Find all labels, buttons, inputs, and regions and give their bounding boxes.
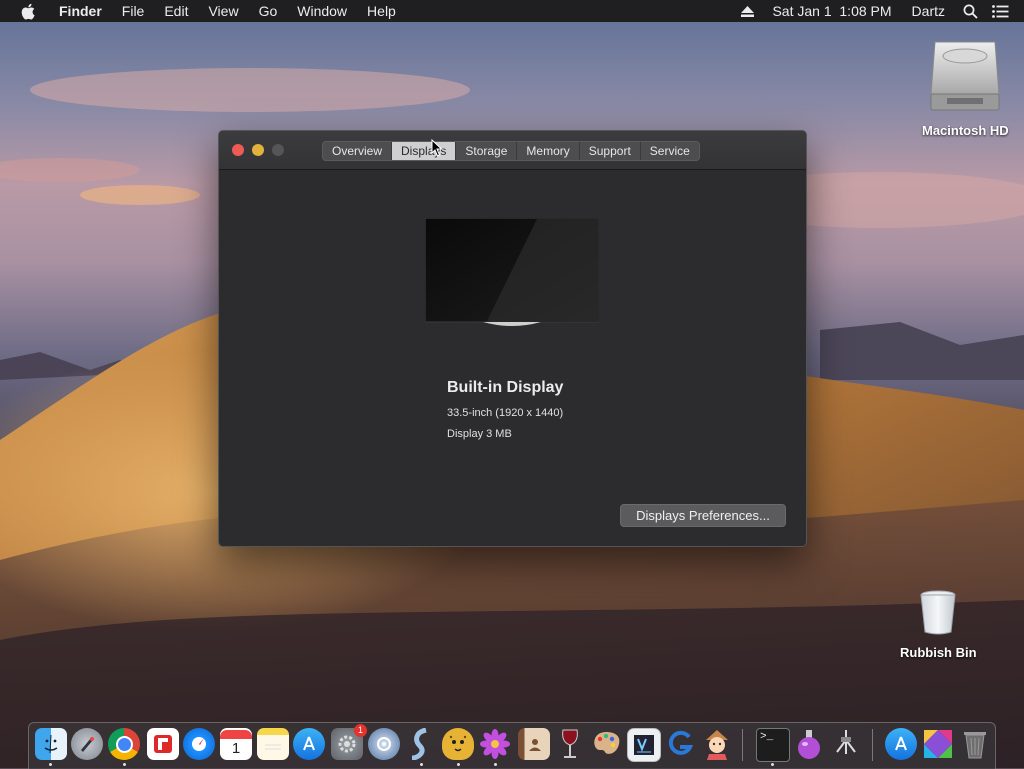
paint-icon[interactable] [590, 728, 622, 760]
trash-icon[interactable] [959, 728, 991, 760]
menu-go[interactable]: Go [249, 0, 288, 22]
safari-icon[interactable] [183, 728, 215, 760]
spotlight-search-icon[interactable] [960, 0, 980, 22]
dock-separator [872, 729, 873, 761]
menu-edit[interactable]: Edit [154, 0, 198, 22]
menu-view[interactable]: View [198, 0, 248, 22]
desktop-icon-label: Macintosh HD [922, 123, 1009, 138]
mouse-cursor-icon [431, 138, 443, 162]
running-indicator [771, 763, 774, 766]
display-illustration-icon [424, 217, 600, 330]
network-utility-icon[interactable] [368, 728, 400, 760]
claw-icon[interactable] [830, 728, 862, 760]
running-indicator [123, 763, 126, 766]
app-store-icon-2[interactable] [885, 728, 917, 760]
desktop-icon-macintosh-hd[interactable]: Macintosh HD [922, 36, 1009, 138]
running-indicator [457, 763, 460, 766]
dock-separator [742, 729, 743, 761]
running-indicator [494, 763, 497, 766]
close-button[interactable] [232, 144, 244, 156]
segmented-tabs: Overview Displays Storage Memory Support… [322, 141, 700, 161]
notification-center-icon[interactable] [990, 0, 1010, 22]
wine-icon[interactable] [554, 728, 586, 760]
menu-window[interactable]: Window [287, 0, 357, 22]
system-preferences-icon[interactable]: 1 [331, 724, 367, 760]
finder-icon[interactable] [35, 728, 67, 760]
tab-displays[interactable]: Displays [392, 142, 457, 160]
tab-support[interactable]: Support [580, 142, 641, 160]
menu-user[interactable]: Dartz [902, 0, 955, 22]
flower-icon[interactable] [479, 728, 511, 760]
trash-icon [918, 590, 958, 641]
potion-icon[interactable] [793, 728, 825, 760]
tab-storage[interactable]: Storage [456, 142, 518, 160]
apple-menu-icon[interactable] [19, 2, 37, 20]
tab-service[interactable]: Service [641, 142, 699, 160]
gitkraken-icon[interactable] [664, 728, 696, 760]
app-store-icon[interactable] [293, 728, 325, 760]
display-memory: Display 3 MB [447, 428, 512, 440]
display-name: Built-in Display [447, 379, 564, 396]
terminal-icon[interactable]: >_ [756, 728, 790, 762]
running-indicator [49, 763, 52, 766]
character-icon[interactable] [701, 728, 733, 760]
menu-file[interactable]: File [112, 0, 155, 22]
menu-clock[interactable]: Sat Jan 1 1:08 PM [762, 0, 901, 22]
cheetah-icon[interactable] [442, 728, 474, 760]
tab-overview[interactable]: Overview [323, 142, 393, 160]
display-size: 33.5-inch (1920 x 1440) [447, 407, 564, 419]
running-indicator [420, 763, 423, 766]
displays-preferences-button[interactable]: Displays Preferences... [620, 504, 786, 527]
multicolor-icon[interactable] [922, 728, 954, 760]
minimize-button[interactable] [252, 144, 264, 156]
eject-icon[interactable] [737, 0, 757, 22]
menu-bar: Finder File Edit View Go Window Help Sat… [0, 0, 1024, 22]
menu-finder[interactable]: Finder [49, 0, 112, 22]
zoom-button[interactable] [272, 144, 284, 156]
desktop-icon-rubbish-bin[interactable]: Rubbish Bin [900, 590, 977, 660]
scrivener-icon[interactable] [405, 728, 437, 760]
notification-badge: 1 [354, 724, 367, 737]
hard-drive-icon [927, 36, 1003, 119]
menu-help[interactable]: Help [357, 0, 406, 22]
chrome-icon[interactable] [108, 728, 140, 760]
tab-memory[interactable]: Memory [517, 142, 580, 160]
desktop-icon-label: Rubbish Bin [900, 645, 977, 660]
window-titlebar[interactable]: Overview Displays Storage Memory Support… [219, 131, 806, 170]
notes-icon[interactable] [257, 728, 289, 760]
about-this-mac-window: Overview Displays Storage Memory Support… [218, 130, 807, 547]
code-editor-icon[interactable] [627, 728, 661, 762]
flipboard-icon[interactable] [147, 728, 179, 760]
calendar-icon[interactable]: 1 [220, 728, 252, 760]
contacts-icon[interactable] [518, 728, 550, 760]
launchpad-icon[interactable] [71, 728, 103, 760]
dock: 1 1 >_ [28, 722, 996, 769]
